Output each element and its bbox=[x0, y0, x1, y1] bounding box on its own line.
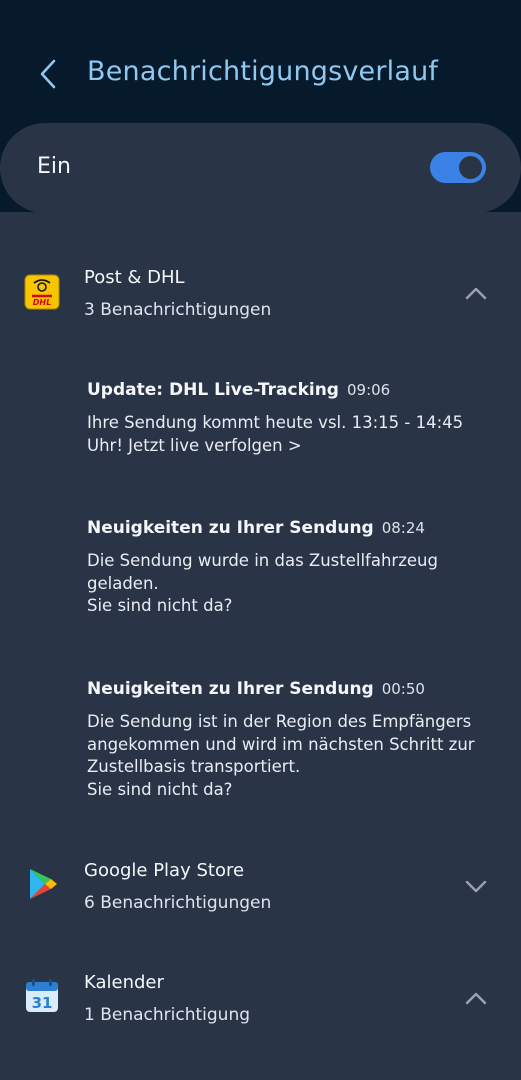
svg-text:DHL: DHL bbox=[33, 298, 51, 307]
calendar-icon: 31 bbox=[26, 979, 58, 1012]
switch-knob bbox=[459, 156, 482, 179]
play-store-icon bbox=[30, 869, 57, 899]
notification-count: 1 Benachrichtigung bbox=[84, 1005, 251, 1025]
page-title: Benachrichtigungsverlauf bbox=[87, 56, 439, 87]
notification-header: Neuigkeiten zu Ihrer Sendung 00:50 bbox=[87, 679, 512, 699]
notification-time: 08:24 bbox=[381, 519, 425, 537]
notification-item[interactable]: Update: DHL Live-Tracking 09:06 Ihre Send… bbox=[87, 380, 512, 457]
notification-item[interactable]: Neuigkeiten zu Ihrer Sendung 00:50 Die Se… bbox=[87, 679, 512, 801]
chevron-up-icon[interactable] bbox=[462, 283, 490, 303]
notification-body: Die Sendung ist in der Region des Empfän… bbox=[87, 712, 475, 799]
notification-time: 09:06 bbox=[346, 381, 391, 399]
app-name: Google Play Store bbox=[84, 860, 245, 881]
notification-title: Neuigkeiten zu Ihrer Sendung bbox=[87, 518, 374, 538]
app-name: Post & DHL bbox=[84, 267, 185, 288]
notification-title: Update: DHL Live-Tracking bbox=[87, 380, 339, 400]
master-switch[interactable] bbox=[430, 152, 486, 183]
chevron-down-icon[interactable] bbox=[462, 876, 490, 896]
chevron-up-icon[interactable] bbox=[462, 988, 490, 1008]
notification-item[interactable]: Neuigkeiten zu Ihrer Sendung 08:24 Die Se… bbox=[87, 518, 512, 618]
dhl-icon: DHL bbox=[24, 274, 60, 310]
toggle-label: Ein bbox=[37, 154, 71, 179]
notification-count: 6 Benachrichtigungen bbox=[84, 893, 272, 913]
notification-body: Ihre Sendung kommt heute vsl. 13:15 - 14… bbox=[87, 413, 464, 455]
notification-body: Die Sendung wurde in das Zustellfahrzeug… bbox=[87, 551, 438, 615]
back-button[interactable] bbox=[30, 56, 66, 92]
chevron-left-icon bbox=[40, 59, 56, 89]
app-name: Kalender bbox=[84, 972, 164, 993]
notification-header: Neuigkeiten zu Ihrer Sendung 08:24 bbox=[87, 518, 512, 538]
calendar-icon-date: 31 bbox=[32, 994, 53, 1012]
notification-header: Update: DHL Live-Tracking 09:06 bbox=[87, 380, 512, 400]
notification-time: 00:50 bbox=[381, 680, 425, 698]
notification-title: Neuigkeiten zu Ihrer Sendung bbox=[87, 679, 374, 699]
notification-count: 3 Benachrichtigungen bbox=[84, 300, 272, 320]
